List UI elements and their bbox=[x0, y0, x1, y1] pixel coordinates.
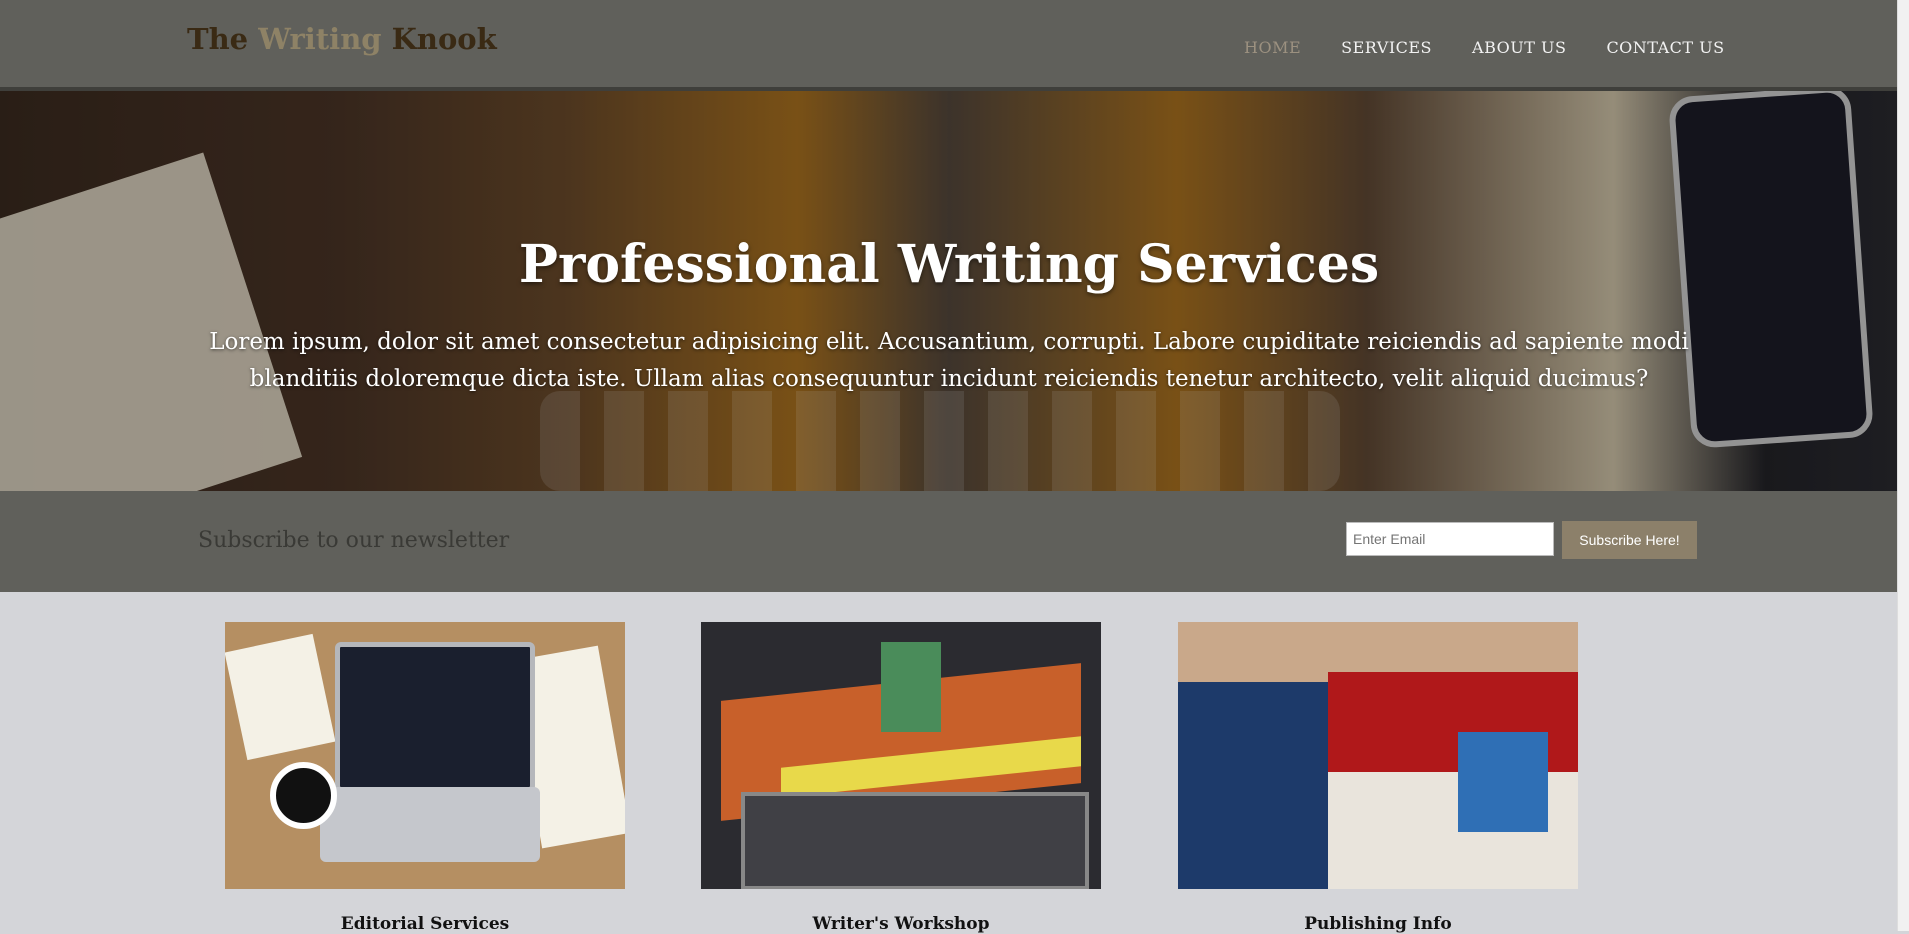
site-logo[interactable]: The Writing Knook bbox=[187, 22, 497, 56]
main-nav: HOME SERVICES ABOUT US CONTACT US bbox=[1244, 38, 1765, 57]
laptop-screen bbox=[335, 642, 535, 792]
site-header: The Writing Knook HOME SERVICES ABOUT US… bbox=[0, 0, 1898, 91]
pens-shape bbox=[881, 642, 941, 732]
page-scrollbar[interactable] bbox=[1897, 0, 1909, 931]
hero-description: Lorem ipsum, dolor sit amet consectetur … bbox=[209, 329, 1689, 392]
nav-services[interactable]: SERVICES bbox=[1341, 38, 1432, 57]
notebook-shape bbox=[225, 633, 336, 761]
nav-home[interactable]: HOME bbox=[1244, 38, 1301, 57]
card-writers-workshop: Writer's Workshop bbox=[701, 622, 1101, 934]
hero-banner: Professional Writing Services Lorem ipsu… bbox=[0, 91, 1898, 491]
nav-contact-us[interactable]: CONTACT US bbox=[1606, 38, 1724, 57]
card-editorial-services: Editorial Services bbox=[225, 622, 625, 934]
nav-about-us[interactable]: ABOUT US bbox=[1472, 38, 1566, 57]
laptop-base bbox=[320, 787, 540, 862]
card-title[interactable]: Publishing Info bbox=[1178, 914, 1578, 934]
logo-the: The bbox=[187, 22, 259, 56]
newsletter-section: Subscribe to our newsletter Subscribe He… bbox=[0, 491, 1898, 592]
logo-knook: Knook bbox=[381, 22, 497, 56]
card-image-supplies[interactable] bbox=[701, 622, 1101, 889]
card-title[interactable]: Writer's Workshop bbox=[701, 914, 1101, 934]
magazine-cover bbox=[1458, 732, 1548, 832]
card-title[interactable]: Editorial Services bbox=[225, 914, 625, 934]
email-input[interactable] bbox=[1346, 522, 1554, 556]
card-image-laptop[interactable] bbox=[225, 622, 625, 889]
magazine-blue bbox=[1178, 682, 1328, 889]
logo-writing: Writing bbox=[258, 22, 382, 56]
card-image-magazines[interactable] bbox=[1178, 622, 1578, 889]
hero-title: Professional Writing Services bbox=[518, 233, 1380, 295]
card-publishing-info: Publishing Info bbox=[1178, 622, 1578, 934]
coffee-mug bbox=[270, 762, 337, 829]
case-shape bbox=[741, 792, 1089, 889]
newsletter-heading: Subscribe to our newsletter bbox=[198, 528, 510, 553]
subscribe-button[interactable]: Subscribe Here! bbox=[1562, 521, 1697, 559]
